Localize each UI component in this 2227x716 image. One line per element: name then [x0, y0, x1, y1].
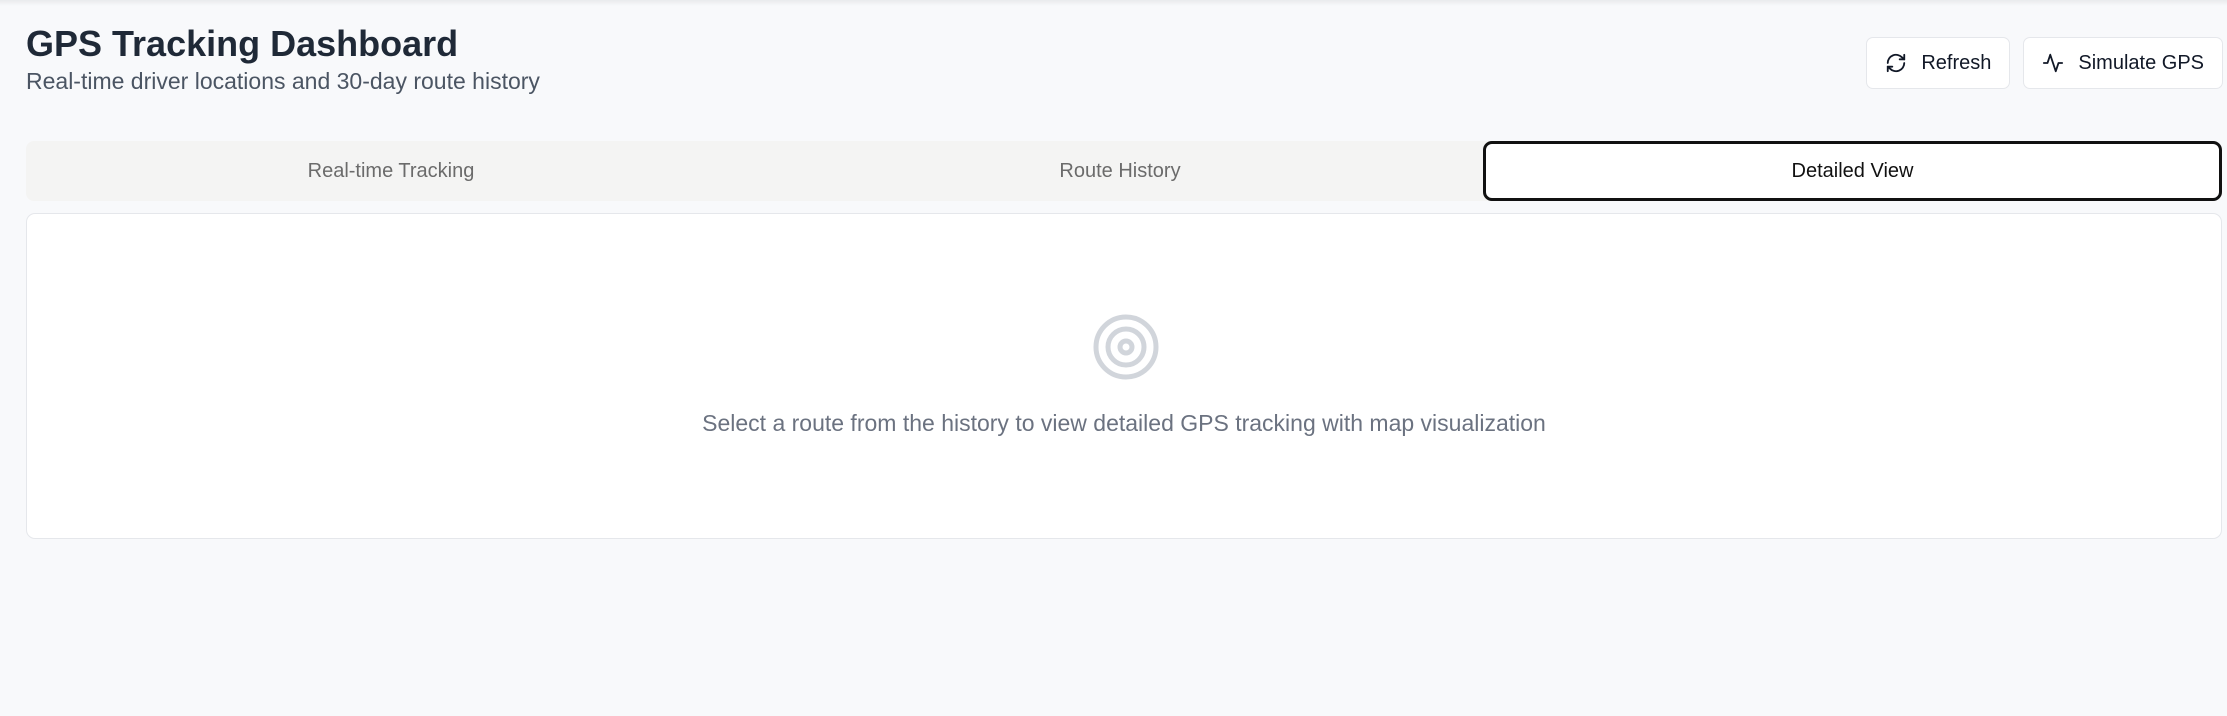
page-header: GPS Tracking Dashboard Real-time driver …: [26, 22, 540, 94]
tab-list: Real-time Tracking Route History Detaile…: [26, 141, 2222, 201]
detail-panel: Select a route from the history to view …: [26, 213, 2222, 539]
tab-detailed-view[interactable]: Detailed View: [1483, 141, 2222, 201]
refresh-label: Refresh: [1921, 51, 1992, 74]
simulate-gps-label: Simulate GPS: [2078, 51, 2204, 74]
simulate-gps-button[interactable]: Simulate GPS: [2023, 37, 2223, 89]
top-shadow: [0, 0, 2227, 6]
tab-real-time-tracking[interactable]: Real-time Tracking: [26, 141, 756, 201]
refresh-icon: [1885, 52, 1907, 74]
page-subtitle: Real-time driver locations and 30-day ro…: [26, 68, 540, 94]
tab-route-history[interactable]: Route History: [756, 141, 1484, 201]
refresh-button[interactable]: Refresh: [1866, 37, 2011, 89]
header-actions: Refresh Simulate GPS: [1866, 37, 2223, 89]
empty-state-message: Select a route from the history to view …: [702, 410, 1546, 436]
page-title: GPS Tracking Dashboard: [26, 23, 459, 64]
target-icon: [1091, 312, 1161, 382]
activity-icon: [2042, 52, 2064, 74]
